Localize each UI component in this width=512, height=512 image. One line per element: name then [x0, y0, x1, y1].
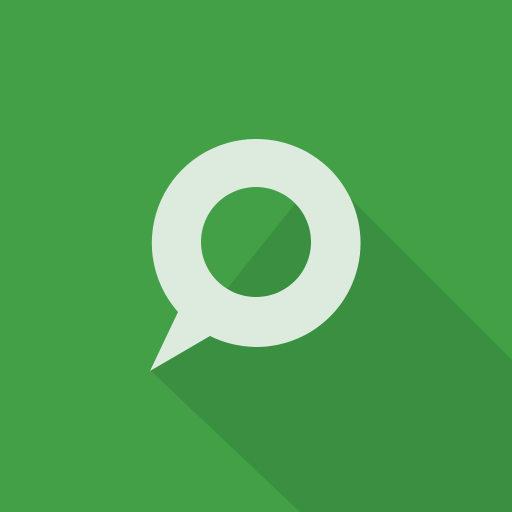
app-icon-canvas: [0, 0, 512, 512]
